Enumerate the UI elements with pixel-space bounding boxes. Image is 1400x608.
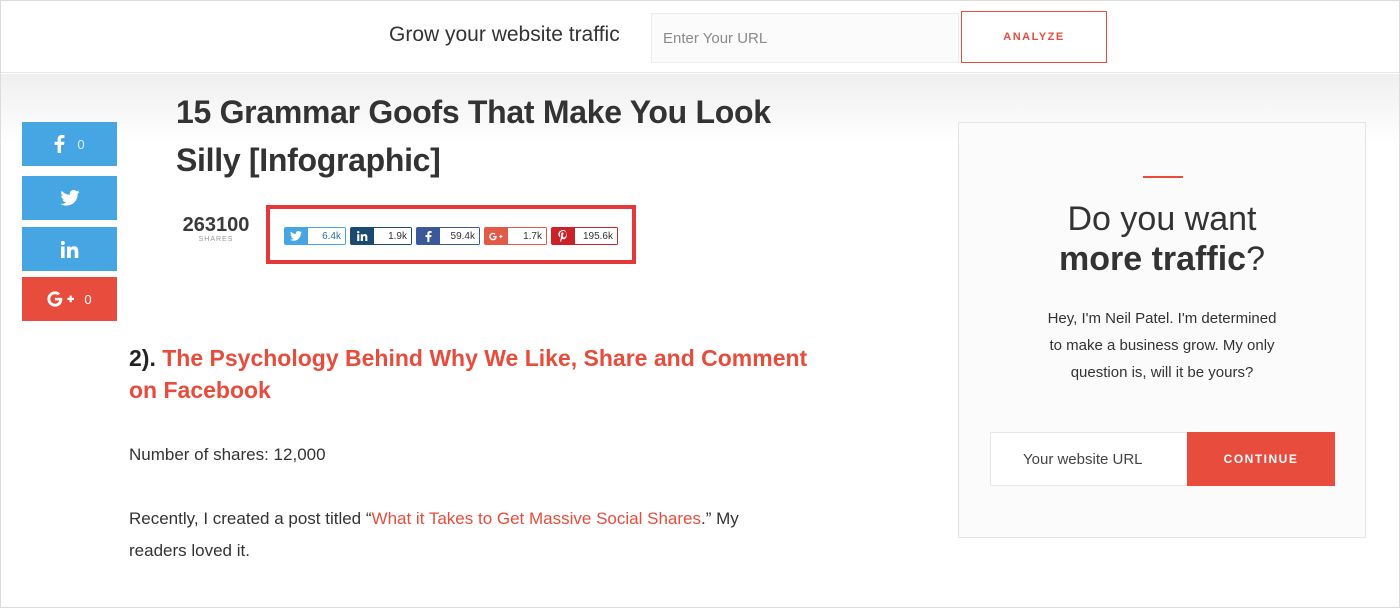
analyze-button[interactable]: ANALYZE [961, 11, 1107, 63]
facebook-icon [54, 135, 65, 153]
section-title-line2: on Facebook [129, 377, 271, 403]
article-title: 15 Grammar Goofs That Make You Look Sill… [176, 88, 836, 184]
widget-heading-line1: Do you want [1067, 200, 1257, 238]
widget-description: Hey, I'm Neil Patel. I'm determined to m… [1029, 305, 1295, 386]
twitter-icon [59, 190, 80, 206]
widget-accent-line [1143, 176, 1183, 178]
widget-desc-line3: question is, will it be yours? [1070, 364, 1254, 381]
traffic-widget: Do you want more traffic? Hey, I'm Neil … [958, 122, 1366, 538]
paragraph-prefix: Recently, I created a post titled “ [129, 509, 372, 528]
widget-desc-line1: Hey, I'm Neil Patel. I'm determined [1047, 310, 1277, 327]
article-title-line2: Silly [Infographic] [176, 142, 441, 178]
facebook-count: 59.4k [440, 227, 480, 245]
massive-social-shares-link[interactable]: What it Takes to Get Massive Social Shar… [372, 509, 701, 528]
pinterest-count: 195.6k [575, 227, 618, 245]
top-bar: Grow your website traffic ANALYZE [1, 1, 1399, 73]
section-heading: 2). The Psychology Behind Why We Like, S… [129, 342, 869, 406]
linkedin-count-button[interactable]: 1.9k [350, 227, 412, 245]
share-counts-highlight: 6.4k 1.9k 59.4k 1.7k 195.6k [266, 205, 636, 264]
section-title-line1: The Psychology Behind Why We Like, Share… [162, 345, 808, 371]
google-plus-count-button[interactable]: 1.7k [484, 227, 547, 245]
widget-heading-question: ? [1246, 240, 1265, 278]
linkedin-icon [350, 227, 374, 245]
paragraph-suffix: .” My [700, 509, 739, 528]
section-number: 2). [129, 345, 156, 371]
continue-button[interactable]: CONTINUE [1187, 432, 1335, 486]
section-title-link[interactable]: The Psychology Behind Why We Like, Share… [129, 345, 807, 403]
google-plus-count: 1.7k [508, 227, 547, 245]
google-plus-share-count: 0 [84, 291, 92, 307]
twitter-count-button[interactable]: 6.4k [284, 227, 346, 245]
twitter-count: 6.4k [308, 227, 346, 245]
facebook-icon [416, 227, 440, 245]
google-plus-share-button[interactable]: 0 [22, 277, 117, 321]
website-url-input[interactable] [990, 432, 1188, 486]
paragraph-line2: readers loved it. [129, 541, 250, 560]
top-url-input[interactable] [651, 13, 959, 63]
twitter-share-button[interactable] [22, 176, 117, 220]
google-plus-icon [47, 291, 77, 307]
google-plus-icon [484, 227, 508, 245]
body-paragraph: Recently, I created a post titled “What … [129, 503, 849, 567]
facebook-count-button[interactable]: 59.4k [416, 227, 480, 245]
top-bar-label: Grow your website traffic [389, 23, 620, 46]
total-shares-caption: SHARES [198, 236, 234, 243]
twitter-icon [284, 227, 308, 245]
widget-heading-line2: more traffic? [959, 239, 1365, 279]
linkedin-icon [60, 240, 79, 258]
widget-heading-bold: more traffic [1059, 240, 1247, 278]
facebook-share-count: 0 [77, 136, 85, 152]
facebook-share-button[interactable]: 0 [22, 122, 117, 166]
widget-desc-line2: to make a business grow. My only [1049, 337, 1275, 354]
total-shares-number: 263100 [182, 214, 250, 236]
total-shares: 263100 SHARES [176, 214, 256, 243]
shares-count-text: Number of shares: 12,000 [129, 445, 326, 464]
pinterest-count-button[interactable]: 195.6k [551, 227, 618, 245]
pinterest-icon [551, 227, 575, 245]
linkedin-share-button[interactable] [22, 227, 117, 271]
article-title-line1: 15 Grammar Goofs That Make You Look [176, 94, 771, 130]
linkedin-count: 1.9k [374, 227, 412, 245]
